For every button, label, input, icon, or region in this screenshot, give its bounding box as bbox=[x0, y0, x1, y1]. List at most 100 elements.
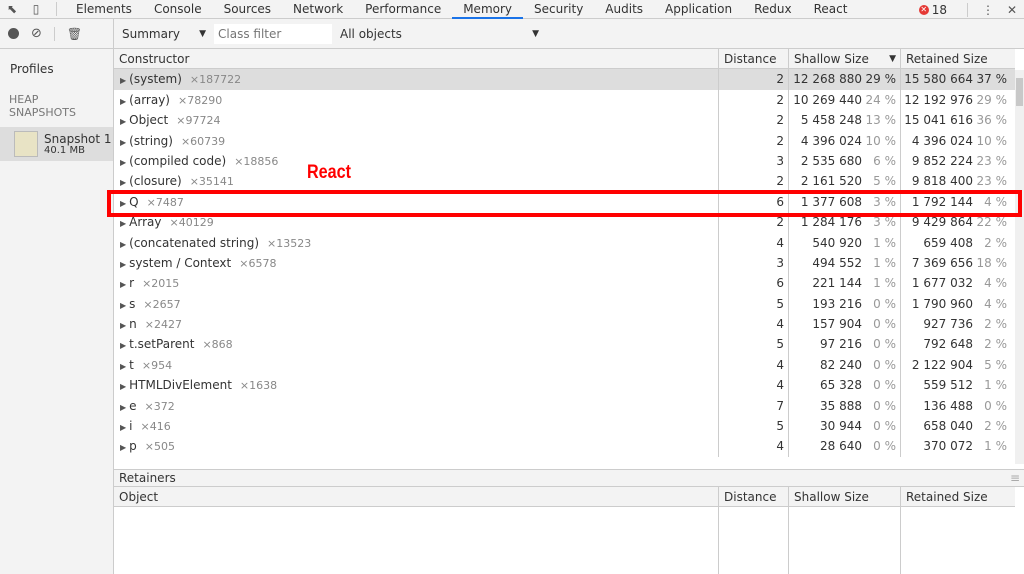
constructor-name: (concatenated string) bbox=[129, 235, 260, 250]
tab-react[interactable]: React bbox=[803, 0, 859, 19]
expand-triangle-icon[interactable]: ▶ bbox=[120, 117, 126, 126]
expand-triangle-icon[interactable]: ▶ bbox=[120, 219, 126, 228]
retained-size-cell: 15 041 616 36 % bbox=[901, 110, 1015, 130]
tab-memory[interactable]: Memory bbox=[452, 0, 524, 19]
expand-triangle-icon[interactable]: ▶ bbox=[120, 382, 126, 391]
header-shallow-size[interactable]: Shallow Size ▼ bbox=[789, 49, 901, 69]
view-select[interactable]: Summary ▼ bbox=[114, 27, 214, 41]
shallow-size-cell: 97 216 0 % bbox=[789, 334, 901, 355]
table-row[interactable]: ▶ i ×416 5 30 944 0 % 658 040 2 % bbox=[114, 416, 1015, 437]
profiles-sidebar: Profiles HEAP SNAPSHOTS Snapshot 1 40.1 M… bbox=[0, 49, 114, 574]
shallow-percent: 0 % bbox=[873, 357, 896, 372]
expand-triangle-icon[interactable]: ▶ bbox=[120, 260, 126, 269]
tab-console[interactable]: Console bbox=[143, 0, 213, 19]
tab-elements[interactable]: Elements bbox=[65, 0, 143, 19]
expand-triangle-icon[interactable]: ▶ bbox=[120, 362, 126, 371]
error-count[interactable]: 18 bbox=[932, 3, 947, 17]
header-shallow-label: Shallow Size bbox=[794, 52, 869, 66]
tab-audits[interactable]: Audits bbox=[594, 0, 654, 19]
table-row[interactable]: ▶ s ×2657 5 193 216 0 % 1 790 960 4 % bbox=[114, 293, 1015, 315]
constructor-name: n bbox=[129, 317, 137, 332]
constructor-name: (system) bbox=[129, 72, 182, 87]
shallow-percent: 0 % bbox=[873, 439, 896, 454]
header-distance[interactable]: Distance bbox=[719, 49, 789, 69]
header-retained-size[interactable]: Retained Size bbox=[901, 49, 1015, 68]
expand-triangle-icon[interactable]: ▶ bbox=[120, 280, 126, 289]
class-filter-input[interactable] bbox=[214, 23, 332, 44]
clear-icon[interactable]: ⊘ bbox=[31, 26, 42, 41]
instance-count: ×954 bbox=[141, 358, 173, 372]
expand-triangle-icon[interactable]: ▶ bbox=[120, 301, 126, 310]
instance-count: ×187722 bbox=[189, 73, 242, 87]
expand-triangle-icon[interactable]: ▶ bbox=[120, 158, 126, 167]
inspect-element-icon[interactable]: ⬉ bbox=[0, 0, 24, 19]
table-row[interactable]: ▶ (concatenated string) ×13523 4 540 920 1 … bbox=[114, 232, 1015, 253]
tab-redux[interactable]: Redux bbox=[743, 0, 803, 19]
table-row[interactable]: ▶ Object ×97724 2 5 458 248 13 % 15 041 616… bbox=[114, 110, 1015, 131]
retained-percent: 4 % bbox=[984, 276, 1007, 291]
chevron-down-icon: ▼ bbox=[532, 28, 539, 39]
header-object[interactable]: Object bbox=[114, 487, 719, 507]
shallow-size: 1 284 176 bbox=[800, 215, 862, 230]
tab-network[interactable]: Network bbox=[282, 0, 354, 19]
retained-percent: 2 % bbox=[984, 235, 1007, 250]
retained-size-cell: 1 790 960 4 % bbox=[901, 294, 1015, 314]
header-distance[interactable]: Distance bbox=[719, 487, 789, 507]
shallow-percent: 1 % bbox=[873, 276, 896, 291]
expand-triangle-icon[interactable]: ▶ bbox=[120, 423, 126, 432]
table-row[interactable]: ▶ n ×2427 4 157 904 0 % 927 736 2 % bbox=[114, 314, 1015, 335]
more-options-icon[interactable]: ⋮ bbox=[976, 0, 1000, 19]
tab-sources[interactable]: Sources bbox=[213, 0, 282, 19]
instance-count: ×60739 bbox=[180, 134, 226, 148]
menu-icon[interactable]: ≡ bbox=[1010, 470, 1020, 487]
table-row[interactable]: ▶ p ×505 4 28 640 0 % 370 072 1 % bbox=[114, 436, 1015, 457]
instance-count: ×505 bbox=[144, 440, 175, 454]
table-scrollbar[interactable] bbox=[1015, 70, 1024, 464]
constructor-name: (compiled code) bbox=[129, 153, 227, 168]
highlight-box bbox=[107, 190, 1022, 217]
table-row[interactable]: ▶ (array) ×78290 2 10 269 440 24 % 12 192 9… bbox=[114, 89, 1015, 111]
table-row[interactable]: ▶ HTMLDivElement ×1638 4 65 328 0 % 559 512… bbox=[114, 375, 1015, 396]
table-row[interactable]: ▶ t ×954 4 82 240 0 % 2 122 904 5 % bbox=[114, 354, 1015, 376]
header-retained-size[interactable]: Retained Size bbox=[901, 487, 1015, 506]
tab-performance[interactable]: Performance bbox=[354, 0, 452, 19]
device-toolbar-icon[interactable]: ▯ bbox=[24, 0, 48, 19]
shallow-size-cell: 5 458 248 13 % bbox=[789, 110, 901, 131]
table-row[interactable]: ▶ system / Context ×6578 3 494 552 1 % 7 36… bbox=[114, 252, 1015, 274]
retained-percent: 18 % bbox=[976, 255, 1008, 270]
expand-triangle-icon[interactable]: ▶ bbox=[120, 443, 126, 452]
table-row[interactable]: ▶ t.setParent ×868 5 97 216 0 % 792 648 2 % bbox=[114, 334, 1015, 355]
error-icon[interactable]: ✕ bbox=[918, 4, 929, 15]
snapshot-icon bbox=[14, 131, 38, 157]
tab-application[interactable]: Application bbox=[654, 0, 743, 19]
expand-triangle-icon[interactable]: ▶ bbox=[120, 178, 126, 187]
retained-size: 7 369 656 bbox=[911, 255, 973, 270]
table-row[interactable]: ▶ (string) ×60739 2 4 396 024 10 % 4 396 02… bbox=[114, 130, 1015, 151]
heap-snapshots-heading: HEAP SNAPSHOTS bbox=[9, 93, 76, 119]
table-row[interactable]: ▶ (closure) ×35141 2 2 161 520 5 % 9 818 40… bbox=[114, 171, 1015, 192]
expand-triangle-icon[interactable]: ▶ bbox=[120, 341, 126, 350]
table-row[interactable]: ▶ (compiled code) ×18856 3 2 535 680 6 % 9 … bbox=[114, 150, 1015, 172]
expand-triangle-icon[interactable]: ▶ bbox=[120, 403, 126, 412]
expand-triangle-icon[interactable]: ▶ bbox=[120, 76, 126, 85]
record-icon[interactable] bbox=[8, 28, 19, 39]
tab-security[interactable]: Security bbox=[523, 0, 594, 19]
scrollbar-thumb[interactable] bbox=[1016, 78, 1023, 106]
expand-triangle-icon[interactable]: ▶ bbox=[120, 97, 126, 106]
snapshot-item[interactable]: Snapshot 1 40.1 MB bbox=[0, 127, 113, 161]
table-row[interactable]: ▶ r ×2015 6 221 144 1 % 1 677 032 4 % bbox=[114, 273, 1015, 294]
distance-cell: 2 bbox=[719, 89, 789, 111]
expand-triangle-icon[interactable]: ▶ bbox=[120, 240, 126, 249]
retained-size-cell: 4 396 024 10 % bbox=[901, 131, 1015, 151]
expand-triangle-icon[interactable]: ▶ bbox=[120, 138, 126, 147]
header-shallow-size[interactable]: Shallow Size bbox=[789, 487, 901, 507]
objects-select[interactable]: All objects ▼ bbox=[332, 27, 547, 41]
header-constructor[interactable]: Constructor bbox=[114, 49, 719, 69]
shallow-size-cell: 82 240 0 % bbox=[789, 354, 901, 376]
trash-icon[interactable]: 🗑 bbox=[67, 27, 82, 41]
table-row[interactable]: ▶ e ×372 7 35 888 0 % 136 488 0 % bbox=[114, 395, 1015, 417]
close-icon[interactable]: ✕ bbox=[1000, 0, 1024, 19]
memory-toolbar: ⊘ 🗑 Summary ▼ All objects ▼ bbox=[0, 18, 1024, 49]
table-row[interactable]: ▶ (system) ×187722 2 12 268 880 29 % 15 580… bbox=[114, 69, 1015, 90]
expand-triangle-icon[interactable]: ▶ bbox=[120, 321, 126, 330]
